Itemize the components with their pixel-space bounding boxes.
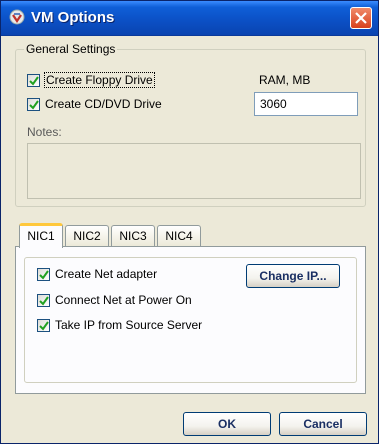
- take-ip-option[interactable]: Take IP from Source Server: [37, 317, 202, 333]
- floppy-drive-label: Create Floppy Drive: [44, 72, 155, 88]
- create-net-adapter-checkbox[interactable]: [37, 267, 50, 281]
- cd-dvd-drive-checkbox[interactable]: [27, 97, 40, 111]
- connect-net-label: Connect Net at Power On: [55, 293, 192, 307]
- check-icon: [39, 295, 49, 306]
- connect-net-checkbox[interactable]: [37, 293, 50, 307]
- connect-net-option[interactable]: Connect Net at Power On: [37, 292, 192, 308]
- notes-label: Notes:: [27, 125, 62, 139]
- tab-nic3-label: NIC3: [119, 229, 147, 243]
- tab-nic1[interactable]: NIC1: [19, 223, 63, 248]
- create-net-adapter-option[interactable]: Create Net adapter: [37, 266, 157, 282]
- cancel-label: Cancel: [303, 417, 343, 431]
- floppy-drive-checkbox[interactable]: [27, 73, 40, 87]
- cancel-button[interactable]: Cancel: [279, 412, 367, 436]
- nic-settings-group: Create Net adapter Connect Net at Power …: [24, 257, 357, 383]
- ram-value: 3060: [260, 97, 287, 111]
- take-ip-checkbox[interactable]: [37, 318, 50, 332]
- ram-label: RAM, MB: [259, 73, 311, 87]
- ok-label: OK: [218, 417, 236, 431]
- create-net-adapter-label: Create Net adapter: [55, 267, 158, 281]
- vm-options-dialog: VM Options General Settings Create Flopp…: [0, 0, 379, 444]
- window-title: VM Options: [31, 9, 115, 26]
- tab-nic2[interactable]: NIC2: [65, 225, 109, 246]
- change-ip-button[interactable]: Change IP...: [246, 264, 340, 288]
- tab-nic4[interactable]: NIC4: [157, 225, 201, 246]
- change-ip-label: Change IP...: [259, 269, 327, 283]
- general-settings-legend: General Settings: [24, 42, 118, 56]
- floppy-drive-option[interactable]: Create Floppy Drive: [27, 72, 155, 88]
- cd-dvd-drive-label: Create CD/DVD Drive: [45, 97, 162, 111]
- nic1-panel: Create Net adapter Connect Net at Power …: [15, 246, 366, 394]
- tab-nic1-label: NIC1: [27, 229, 55, 243]
- cd-dvd-drive-option[interactable]: Create CD/DVD Drive: [27, 96, 162, 112]
- check-icon: [39, 269, 49, 280]
- close-button[interactable]: [350, 7, 372, 29]
- app-icon: [9, 9, 25, 25]
- close-icon: [355, 12, 367, 24]
- check-icon: [39, 320, 49, 331]
- check-icon: [29, 75, 39, 86]
- tab-nic3[interactable]: NIC3: [111, 225, 155, 246]
- take-ip-label: Take IP from Source Server: [55, 318, 203, 332]
- tab-nic4-label: NIC4: [165, 229, 193, 243]
- tab-nic2-label: NIC2: [73, 229, 101, 243]
- ok-button[interactable]: OK: [183, 412, 271, 436]
- title-bar[interactable]: VM Options: [1, 1, 378, 36]
- ram-input[interactable]: 3060: [254, 92, 358, 116]
- check-icon: [29, 99, 39, 110]
- notes-field[interactable]: [27, 143, 361, 199]
